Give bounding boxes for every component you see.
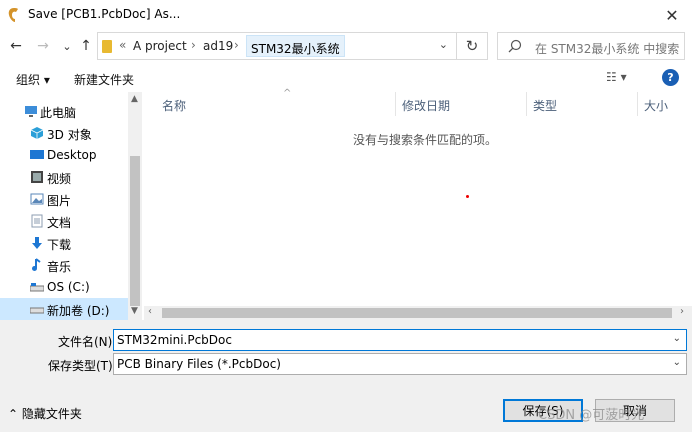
filetype-select[interactable]: PCB Binary Files (*.PcbDoc) ⌄ [113,353,687,375]
scroll-left-arrow-icon[interactable]: ‹ [148,306,152,317]
search-placeholder: 在 STM32最小系统 中搜索 [535,42,680,56]
chevron-down-icon[interactable]: ⌄ [673,333,681,344]
navigation-bar: ← → ⌄ ↑ « A project › ad19 › STM32最小系统 ⌄… [0,30,692,62]
documents-icon [30,214,44,228]
view-options-icon[interactable]: ☷ ▾ [606,70,627,84]
command-toolbar: 组织 ▾ 新建文件夹 ☷ ▾ ? [0,64,692,92]
sidebar-scrollbar[interactable]: ▲ ▼ [128,92,142,320]
cursor-dot [466,195,469,198]
window-title: Save [PCB1.PcbDoc] As... [28,7,181,21]
sidebar-item-label: 下载 [47,238,72,252]
refresh-icon[interactable]: ↻ [457,32,488,60]
sidebar-item-drive-c[interactable]: OS (C:) [0,276,128,298]
sidebar-item-desktop[interactable]: Desktop [0,144,128,166]
chevron-down-icon[interactable]: ⌄ [673,357,681,368]
filename-label: 文件名(N): [58,335,117,349]
sidebar-item-label: 音乐 [47,260,72,274]
filename-field[interactable]: STM32mini.PcbDoc ⌄ [113,329,687,351]
computer-icon [24,104,38,118]
drive-d-icon [29,302,45,316]
search-box[interactable]: 在 STM32最小系统 中搜索 [497,32,685,60]
scroll-up-arrow-icon[interactable]: ▲ [131,94,138,104]
breadcrumb-separator[interactable]: › [191,38,196,52]
back-arrow-icon[interactable]: ← [6,36,26,56]
column-header-label: 大小 [644,99,669,113]
sidebar-item-videos[interactable]: 视频 [0,166,128,188]
sidebar-item-pictures[interactable]: 图片 [0,188,128,210]
sidebar-item-music[interactable]: 音乐 [0,254,128,276]
sidebar-item-documents[interactable]: 文档 [0,210,128,232]
sidebar-item-label: 视频 [47,172,72,186]
address-dropdown-icon[interactable]: ⌄ [439,38,448,51]
sidebar-item-3d-objects[interactable]: 3D 对象 [0,122,128,144]
folder-icon [102,40,112,53]
organize-menu[interactable]: 组织 ▾ [16,71,50,88]
scrollbar-thumb[interactable] [162,308,672,318]
drive-c-icon [29,280,45,294]
breadcrumb-overflow[interactable]: « [119,38,126,52]
empty-results-message: 没有与搜索条件匹配的项。 [353,133,498,147]
3d-objects-icon [30,126,44,140]
altium-app-icon [8,8,18,22]
column-header-type[interactable]: 类型 [527,92,638,116]
column-header-label: 名称 [162,99,187,113]
sidebar-item-label: 此电脑 [40,106,77,120]
forward-arrow-icon[interactable]: → [33,36,53,56]
filename-value: STM32mini.PcbDoc [117,333,232,347]
watermark: CSDN @可菠时光 [538,408,645,423]
scrollbar-thumb[interactable] [130,156,140,306]
recent-locations-chevron-icon[interactable]: ⌄ [57,36,77,56]
breadcrumb-ad19[interactable]: ad19 [203,39,233,53]
navigation-pane: 此电脑 3D 对象 Desktop 视频 图片 文档 下载 音乐 OS (C:)… [0,92,144,320]
column-header-date[interactable]: 修改日期 [396,92,527,116]
column-header-label: 类型 [533,99,558,113]
hide-folders-button[interactable]: ⌃ 隐藏文件夹 [8,405,82,422]
downloads-icon [30,236,44,250]
breadcrumb-current[interactable]: STM32最小系统 [246,35,345,57]
sidebar-item-label: 新加卷 (D:) [47,304,110,318]
video-icon [30,170,44,184]
column-header-name[interactable]: ^ 名称 [156,88,396,116]
music-icon [30,258,44,272]
sidebar-item-label: 图片 [47,194,72,208]
sidebar-item-downloads[interactable]: 下载 [0,232,128,254]
new-folder-button[interactable]: 新建文件夹 [74,71,134,88]
desktop-icon [30,148,44,162]
sidebar-item-drive-d[interactable]: 新加卷 (D:) [0,298,128,320]
column-header-size[interactable]: 大小 [638,92,692,116]
sidebar-item-label: 文档 [47,216,72,230]
help-icon[interactable]: ? [662,69,679,86]
scroll-down-arrow-icon[interactable]: ▼ [131,306,138,316]
sort-ascending-icon: ^ [283,88,292,99]
address-bar[interactable]: « A project › ad19 › STM32最小系统 ⌄ [97,32,457,60]
column-header-label: 修改日期 [402,99,451,113]
breadcrumb-separator[interactable]: › [234,38,239,52]
up-arrow-icon[interactable]: ↑ [76,36,96,56]
save-form: 文件名(N): STM32mini.PcbDoc ⌄ 保存类型(T): PCB … [0,320,692,432]
sidebar-item-label: 3D 对象 [47,128,92,142]
sidebar-item-this-pc[interactable]: 此电脑 [0,100,128,122]
file-list: ^ 名称 修改日期 类型 大小 没有与搜索条件匹配的项。 [144,88,692,306]
pictures-icon [30,192,44,206]
title-bar: Save [PCB1.PcbDoc] As... ✕ [0,0,692,30]
sidebar-item-label: OS (C:) [47,280,90,294]
sidebar-item-label: Desktop [47,148,97,162]
breadcrumb-a-project[interactable]: A project [133,39,187,53]
scroll-right-arrow-icon[interactable]: › [680,306,684,317]
search-icon [508,39,522,53]
file-list-hscrollbar[interactable]: ‹ › [144,306,692,320]
filetype-label: 保存类型(T): [48,359,117,373]
filetype-value: PCB Binary Files (*.PcbDoc) [117,357,281,371]
close-icon[interactable]: ✕ [652,0,692,30]
